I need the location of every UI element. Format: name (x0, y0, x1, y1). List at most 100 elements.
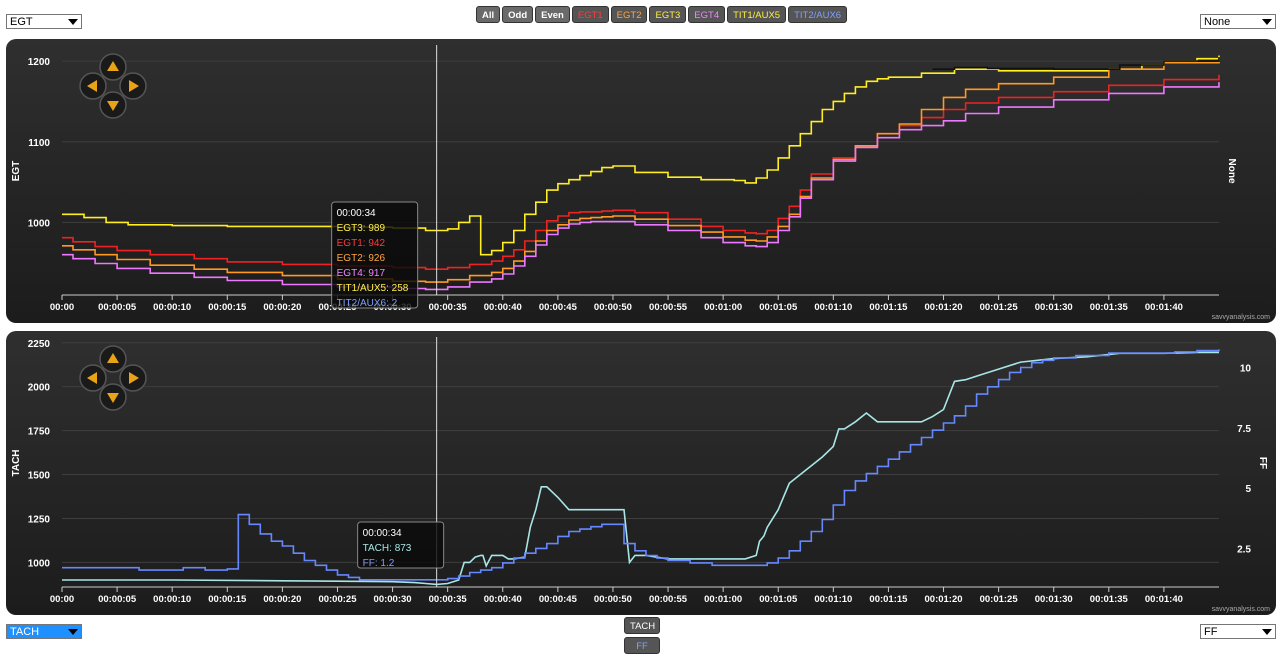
series-line-ff (62, 349, 1220, 581)
egt-chart-axes: 1000 1100 1200 00:00 00:00:05 00:00:10 00:00:1… (28, 57, 1219, 313)
bottom-left-parameter-select[interactable]: TACH (6, 624, 82, 639)
tach-ff-chart: 1000 1250 1500 1750 2000 2250 2.5 5 7.5 10 00:00 00… (11, 337, 1271, 613)
tooltip-time: 00:00:34 (363, 528, 402, 539)
filter-button-egt2[interactable]: EGT2 (610, 6, 648, 23)
x-tick-label: 00:00 (50, 302, 74, 313)
pan-up-icon[interactable] (99, 53, 127, 81)
bottom-right-parameter-select-value: FF (1204, 626, 1218, 638)
x-tick-label: 00:00:55 (649, 302, 688, 313)
x-tick-label: 00:00:20 (263, 302, 301, 313)
chevron-down-icon (68, 19, 78, 25)
tooltip-row-value: 258 (392, 283, 409, 294)
watermark: savvyanalysis.com (1212, 314, 1271, 321)
x-tick-label: 00:01:05 (759, 302, 798, 313)
pan-control[interactable] (79, 53, 147, 119)
x-tick-label: 00:00:45 (539, 302, 578, 313)
tooltip-row: EGT4: 917 (337, 268, 386, 279)
chevron-down-icon (1262, 19, 1272, 25)
x-tick-label: 00:00:25 (318, 594, 357, 605)
x-tick-label: 00:01:15 (869, 594, 908, 605)
pan-right-icon[interactable] (119, 72, 147, 100)
x-tick-label: 00:00:15 (208, 594, 247, 605)
tach-y-axis-label: TACH (11, 449, 22, 476)
filter-button-egt4[interactable]: EGT4 (688, 6, 726, 23)
tooltip-row-value: 2 (392, 298, 398, 309)
x-tick-label: 00:01:00 (704, 302, 742, 313)
filter-button-even[interactable]: Even (535, 6, 570, 23)
tach-chart-axes: 1000 1250 1500 1750 2000 2250 2.5 5 7.5 10 00:00 00… (28, 339, 1252, 605)
tooltip-row-label: EGT2 (337, 253, 364, 264)
x-tick-label: 00:00:40 (484, 594, 522, 605)
x-tick-label: 00:01:30 (1035, 594, 1073, 605)
y-tick-label: 1100 (28, 138, 50, 149)
filter-button-tit1-aux5[interactable]: TIT1/AUX5 (727, 6, 787, 23)
filter-button-odd[interactable]: Odd (502, 6, 534, 23)
chevron-down-icon (1262, 629, 1272, 635)
pan-left-icon[interactable] (79, 72, 107, 100)
x-tick-label: 00:00:50 (594, 302, 632, 313)
tooltip-row: FF: 1.2 (363, 558, 395, 569)
x-tick-label: 00:01:25 (980, 302, 1019, 313)
filter-button-egt1[interactable]: EGT1 (571, 6, 609, 23)
x-tick-label: 00:01:40 (1145, 302, 1183, 313)
tooltip-row-value: 1.2 (380, 558, 394, 569)
egt-chart-panel: 1000 1100 1200 00:00 00:00:05 00:00:10 00:00:1… (6, 39, 1276, 323)
y-tick-label: 1250 (28, 514, 51, 525)
y-tick-label: 1200 (28, 57, 51, 68)
right-parameter-select[interactable]: None (1200, 14, 1276, 29)
bottom-series-toolbar: TACH FF (624, 617, 660, 654)
x-tick-label: 00:00:50 (594, 594, 632, 605)
egt-tooltip: 00:00:34 EGT3: 989 EGT1: 942 EGT2: 926 EGT4:… (331, 201, 419, 309)
tooltip-row: EGT3: 989 (337, 223, 386, 234)
watermark: savvyanalysis.com (1212, 606, 1271, 613)
x-tick-label: 00:00 (50, 594, 74, 605)
filter-button-all[interactable]: All (476, 6, 501, 23)
y-tick-label: 1500 (28, 471, 51, 482)
series-filter-toolbar: All Odd Even EGT1 EGT2 EGT3 EGT4 TIT1/AUX5 TIT2/… (476, 6, 848, 23)
pan-right-icon[interactable] (119, 364, 147, 392)
series-line-egt2 (62, 58, 1220, 283)
tooltip-row-label: EGT3 (337, 223, 364, 234)
pan-control[interactable] (79, 345, 147, 411)
x-tick-label: 00:00:45 (539, 594, 578, 605)
x-tick-label: 00:01:05 (759, 594, 798, 605)
y2-tick-label: 7.5 (1237, 424, 1251, 435)
pan-down-icon[interactable] (99, 91, 127, 119)
x-tick-label: 00:00:30 (374, 594, 412, 605)
y2-tick-label: 5 (1245, 484, 1251, 495)
tach-chart-grid (62, 342, 1219, 563)
right-parameter-select-value: None (1204, 16, 1231, 28)
x-tick-label: 00:01:15 (869, 302, 908, 313)
tooltip-row-value: 989 (368, 223, 385, 234)
tooltip-row: EGT1: 942 (337, 238, 386, 249)
filter-button-tit2-aux6[interactable]: TIT2/AUX6 (788, 6, 848, 23)
left-parameter-select-value: EGT (10, 16, 33, 28)
tooltip-row-label: FF (363, 558, 375, 569)
tooltip-row-label: TIT1/AUX5 (337, 283, 387, 294)
x-tick-label: 00:01:35 (1090, 594, 1129, 605)
pan-up-icon[interactable] (99, 345, 127, 373)
egt-y2-axis-label: None (1226, 159, 1237, 184)
left-parameter-select[interactable]: EGT (6, 14, 82, 29)
tooltip-row: TIT2/AUX6: 2 (337, 298, 398, 309)
x-tick-label: 00:01:30 (1035, 302, 1073, 313)
pan-down-icon[interactable] (99, 383, 127, 411)
x-tick-label: 00:00:55 (649, 594, 688, 605)
egt-y-axis-label: EGT (11, 161, 22, 182)
y-tick-label: 2250 (28, 339, 51, 350)
tooltip-row-value: 942 (368, 238, 385, 249)
x-tick-label: 00:00:10 (153, 594, 191, 605)
x-tick-label: 00:01:35 (1090, 302, 1129, 313)
x-tick-label: 00:00:05 (98, 594, 137, 605)
bottom-right-parameter-select[interactable]: FF (1200, 624, 1276, 639)
y-tick-label: 1750 (28, 427, 51, 438)
tooltip-row-label: TIT2/AUX6 (337, 298, 387, 309)
y-tick-label: 2000 (28, 383, 51, 394)
pan-left-icon[interactable] (79, 364, 107, 392)
chevron-down-icon (68, 629, 78, 635)
x-tick-label: 00:01:20 (925, 302, 963, 313)
filter-button-egt3[interactable]: EGT3 (649, 6, 687, 23)
tooltip-row: TIT1/AUX5: 258 (337, 283, 409, 294)
x-tick-label: 00:00:35 (429, 594, 468, 605)
tach-series-button[interactable]: TACH (624, 617, 660, 634)
